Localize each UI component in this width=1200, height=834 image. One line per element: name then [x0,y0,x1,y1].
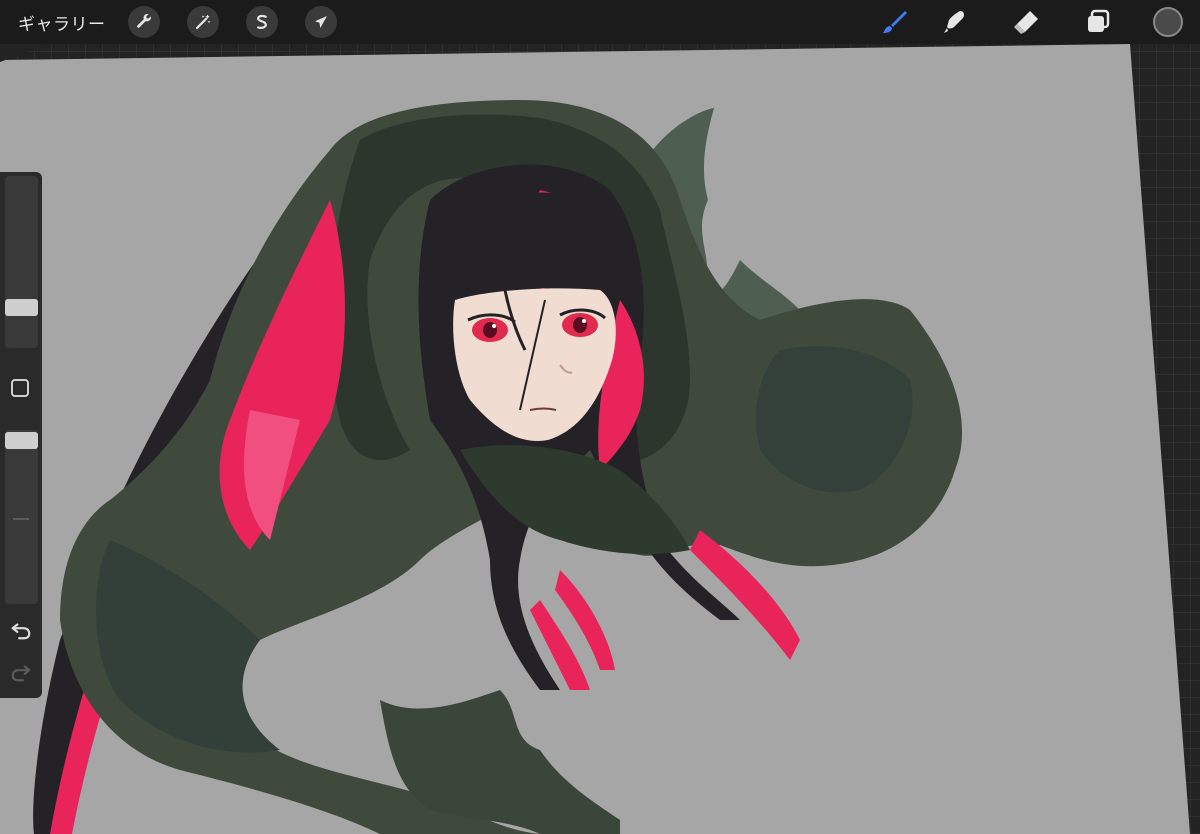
drawing-canvas[interactable] [0,0,1200,834]
smudge-tool-button[interactable] [932,0,976,44]
undo-arrow-icon [11,623,31,640]
adjustments-button[interactable] [186,6,219,38]
redo-arrow-icon [11,665,31,682]
brush-tool-button[interactable] [872,0,916,44]
eraser-tool-button[interactable] [1004,0,1048,44]
selection-s-icon [255,14,267,29]
left-tool-group [127,6,337,38]
top-toolbar: ギャラリー [0,0,1200,44]
layers-icon [1088,9,1110,32]
canvas-svg [0,44,1190,834]
color-picker-button[interactable] [1146,0,1190,44]
right-tool-group [872,0,1200,44]
actions-button[interactable] [127,6,160,38]
left-sidebar [0,172,42,698]
opacity-thumb[interactable] [5,432,38,449]
brush-size-thumb[interactable] [5,298,38,316]
modify-button[interactable] [11,379,29,397]
gallery-button[interactable]: ギャラリー [18,10,106,35]
redo-button[interactable] [9,660,33,684]
transform-button[interactable] [304,6,337,38]
current-color-swatch [1153,7,1183,37]
brush-size-slider[interactable] [5,176,38,348]
undo-button[interactable] [9,618,33,642]
selection-button[interactable] [245,6,278,38]
eraser-icon [1014,11,1038,34]
brush-icon [883,11,907,33]
arrow-cursor-icon [314,16,327,28]
smudge-finger-icon [944,11,964,33]
layers-button[interactable] [1076,0,1120,44]
wrench-icon [136,13,151,28]
procreate-app: ギャラリー [0,0,1200,834]
opacity-midpoint-mark [13,518,29,520]
magic-wand-icon [195,14,210,30]
opacity-slider[interactable] [5,430,38,604]
